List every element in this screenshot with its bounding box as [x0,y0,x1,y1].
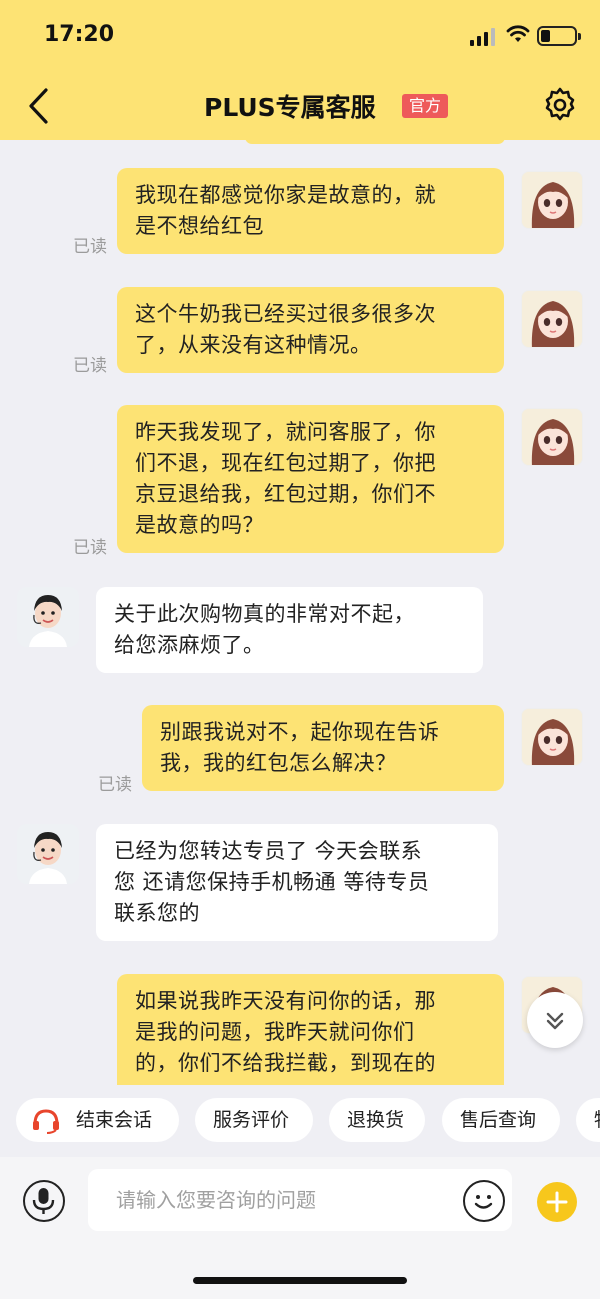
read-receipt: 已读 [73,356,107,376]
chip-service-rating[interactable]: 服务评价 [195,1098,313,1142]
home-indicator [193,1277,407,1284]
more-actions-button[interactable] [537,1182,577,1222]
user-avatar[interactable] [521,408,583,466]
read-receipt: 已读 [98,775,132,795]
agent-avatar[interactable] [17,587,79,647]
message-list[interactable]: 我现在都感觉你家是故意的，就 是不想给红包 已读 这个牛奶我已经买过很多很多次 … [0,140,600,1085]
agent-message: 关于此次购物真的非常对不起， 给您添麻烦了。 [96,587,483,673]
page-title: PLUS专属客服 [204,93,376,122]
chip-return-exchange[interactable]: 退换货 [329,1098,425,1142]
input-bar [0,1157,600,1299]
user-message: 我现在都感觉你家是故意的，就 是不想给红包 [117,168,504,254]
emoji-icon [474,1195,493,1209]
plus-icon [546,1191,568,1213]
chip-label: 退换货 [347,1109,405,1131]
mic-icon [32,1188,55,1214]
battery-icon [537,26,581,46]
message-line: 昨天我发现了，就问客服了，你 [135,420,436,444]
user-message: 别跟我说对不，起你现在告诉 我，我的红包怎么解决？ [142,705,504,791]
message-line: 给您添麻烦了。 [114,633,265,657]
settings-icon[interactable] [541,86,579,124]
message-input[interactable] [88,1169,512,1231]
header: 17:20 PLUS专属客服 官方 [0,0,600,140]
chip-label: 服务评价 [213,1109,290,1131]
chip-end-session[interactable]: 结束会话 [16,1098,179,1142]
message-line: 如果说我昨天没有问你的话，那 [135,989,436,1013]
user-message: 如果说我昨天没有问你的话，那 是我的问题，我昨天就问你们 的，你们不给我拦截，到… [117,974,504,1085]
message-line: 是故意的吗？ [135,513,264,537]
user-message: 昨天我发现了，就问客服了，你 们不退，现在红包过期了，你把 京豆退给我，红包过期… [117,405,504,553]
message-line: 我现在都感觉你家是故意的，就 [135,183,436,207]
read-receipt: 已读 [73,538,107,558]
message-line: 的，你们不给我拦截，到现在的 [135,1051,436,1075]
agent-avatar[interactable] [17,824,79,884]
message-line: 您 还请您保持手机畅通 等待专员 [114,870,430,894]
chip-label: 结束会话 [76,1109,153,1131]
user-avatar[interactable] [521,708,583,766]
scroll-to-bottom-button[interactable] [527,992,583,1048]
message-line: 联系您的 [114,901,200,925]
message-line: 们不退，现在红包过期了，你把 [135,451,436,475]
partial-message-bubble [245,140,505,144]
message-line: 我，我的红包怎么解决？ [160,751,397,775]
read-receipt: 已读 [73,237,107,257]
status-time: 17:20 [44,22,115,47]
wifi-icon [506,25,530,42]
agent-message: 已经为您转达专员了 今天会联系 您 还请您保持手机畅通 等待专员 联系您的 [96,824,498,941]
message-line: 关于此次购物真的非常对不起， [114,602,415,626]
official-badge: 官方 [402,94,449,118]
chip-after-sales-query[interactable]: 售后查询 [442,1098,560,1142]
back-icon[interactable] [22,86,58,126]
signal-icon [470,28,495,46]
message-line: 京豆退给我，红包过期，你们不 [135,482,436,506]
user-message: 这个牛奶我已经买过很多很多次 了，从来没有这种情况。 [117,287,504,373]
emoji-button[interactable] [463,1180,505,1222]
message-line: 是不想给红包 [135,214,264,238]
user-avatar[interactable] [521,290,583,348]
voice-button[interactable] [23,1180,65,1222]
chip-label: 售后查询 [460,1109,537,1131]
chip-label: 物 [594,1098,600,1142]
message-line: 已经为您转达专员了 今天会联系 [114,839,423,863]
user-avatar[interactable] [521,171,583,229]
chat-screen: 17:20 PLUS专属客服 官方 我现在都感觉你家是故意的，就 是不想给红包 … [0,0,600,1299]
message-line: 别跟我说对不，起你现在告诉 [160,720,440,744]
chevron-double-down-icon [546,1012,564,1030]
headset-icon [33,1109,59,1134]
quick-reply-bar: 结束会话 服务评价 退换货 售后查询 物 [0,1085,600,1157]
chip-more[interactable]: 物 [576,1098,600,1142]
message-line: 这个牛奶我已经买过很多很多次 [135,302,436,326]
message-line: 是我的问题，我昨天就问你们 [135,1020,415,1044]
message-line: 了，从来没有这种情况。 [135,333,372,357]
